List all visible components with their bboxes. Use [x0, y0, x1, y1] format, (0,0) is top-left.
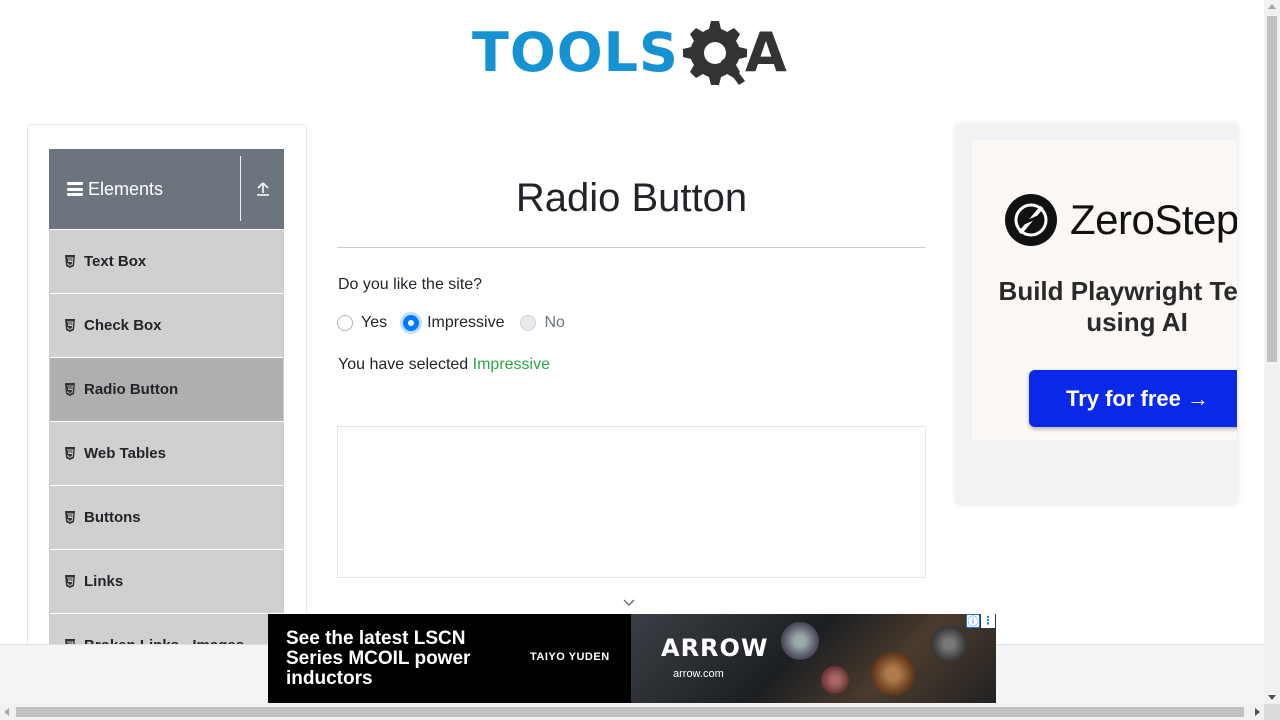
page: TOOLS A Elements Text Box Check Box Radi…: [0, 0, 1280, 720]
zerostep-brand: ZeroStep: [1070, 196, 1237, 243]
scroll-right-arrow[interactable]: [1255, 708, 1260, 716]
horizontal-scroll-thumb[interactable]: [16, 707, 1244, 717]
html5-icon: [64, 511, 77, 524]
menu-item-links[interactable]: Links: [49, 549, 284, 613]
html5-icon: [64, 319, 77, 332]
radio-label-no: No: [544, 314, 565, 331]
side-ad[interactable]: ZeroStep Build Playwright Tests using AI…: [956, 124, 1237, 504]
menu-item-label: Radio Button: [84, 381, 179, 398]
radio-option-no: No: [520, 314, 565, 332]
logo-text: TOOLS: [472, 21, 679, 84]
radio-impressive[interactable]: [403, 315, 420, 331]
question-text: Do you like the site?: [338, 276, 483, 293]
collapse-button[interactable]: [241, 149, 284, 229]
html5-icon: [64, 383, 77, 396]
menu-item-label: Web Tables: [84, 445, 166, 462]
ad-options-icon[interactable]: ⋮: [981, 614, 995, 628]
radio-option-yes[interactable]: Yes: [337, 314, 387, 332]
scroll-down-arrow[interactable]: [1268, 695, 1276, 700]
left-panel: Elements Text Box Check Box Radio Button: [27, 124, 307, 664]
radio-label-yes[interactable]: Yes: [361, 314, 387, 332]
zerostep-icon: [1005, 194, 1057, 246]
logo-suffix: A: [744, 21, 787, 84]
gear-icon: [682, 21, 747, 85]
scroll-up-arrow[interactable]: [1268, 4, 1276, 9]
ad-tagline: Build Playwright Tests using AI: [998, 276, 1237, 337]
radio-no: [520, 315, 537, 331]
scrollbar-corner: [1264, 704, 1280, 720]
result-value: Impressive: [472, 356, 550, 373]
menu-list: Text Box Check Box Radio Button Web Tabl…: [49, 229, 284, 663]
horizontal-scrollbar[interactable]: [0, 704, 1264, 720]
radio-yes[interactable]: [337, 315, 353, 331]
menu-item-text-box[interactable]: Text Box: [49, 229, 284, 293]
elements-group-header[interactable]: Elements: [49, 149, 284, 229]
radio-option-impressive[interactable]: Impressive: [403, 314, 504, 332]
radio-label-impressive[interactable]: Impressive: [427, 314, 504, 332]
selection-result: You have selected Impressive: [338, 356, 550, 374]
radio-group: Yes Impressive No: [337, 314, 581, 332]
banner-headline: See the latest LSCN Series MCOIL power i…: [286, 628, 471, 689]
menu-item-label: Links: [84, 573, 124, 590]
menu-item-buttons[interactable]: Buttons: [49, 485, 284, 549]
hamburger-icon: [67, 182, 83, 196]
vertical-scrollbar[interactable]: [1264, 0, 1280, 704]
html5-icon: [64, 255, 77, 268]
zerostep-logo: ZeroStep: [1004, 193, 1237, 247]
page-title: Radio Button: [515, 176, 748, 220]
title-divider: [337, 247, 926, 248]
result-prefix: You have selected: [338, 356, 469, 373]
chevron-down-icon: [623, 599, 635, 606]
partner-logo: ARROW: [661, 634, 769, 662]
menu-item-label: Buttons: [84, 509, 141, 526]
scroll-left-arrow[interactable]: [4, 708, 9, 716]
menu-item-web-tables[interactable]: Web Tables: [49, 421, 284, 485]
inline-ad-placeholder: [337, 426, 926, 578]
html5-icon: [64, 575, 77, 588]
try-for-free-button[interactable]: Try for free →: [1029, 370, 1237, 427]
vertical-scroll-thumb[interactable]: [1267, 16, 1277, 362]
banner-brand: TAIYO YUDEN: [530, 651, 610, 663]
menu-item-check-box[interactable]: Check Box: [49, 293, 284, 357]
side-ad-card: ZeroStep Build Playwright Tests using AI…: [972, 140, 1237, 440]
menu-item-label: Text Box: [84, 253, 147, 270]
partner-url: arrow.com: [673, 668, 724, 680]
toolsqa-logo[interactable]: TOOLS A: [472, 14, 796, 92]
bottom-banner-ad[interactable]: See the latest LSCN Series MCOIL power i…: [268, 614, 996, 703]
menu-item-radio-button[interactable]: Radio Button: [49, 357, 284, 421]
group-title: Elements: [88, 178, 164, 199]
banner-photo: ARROW arrow.com: [631, 614, 996, 703]
ad-info-icon[interactable]: ⓘ: [966, 614, 980, 628]
menu-item-label: Check Box: [84, 317, 162, 334]
html5-icon: [64, 447, 77, 460]
upload-icon: [256, 182, 269, 196]
